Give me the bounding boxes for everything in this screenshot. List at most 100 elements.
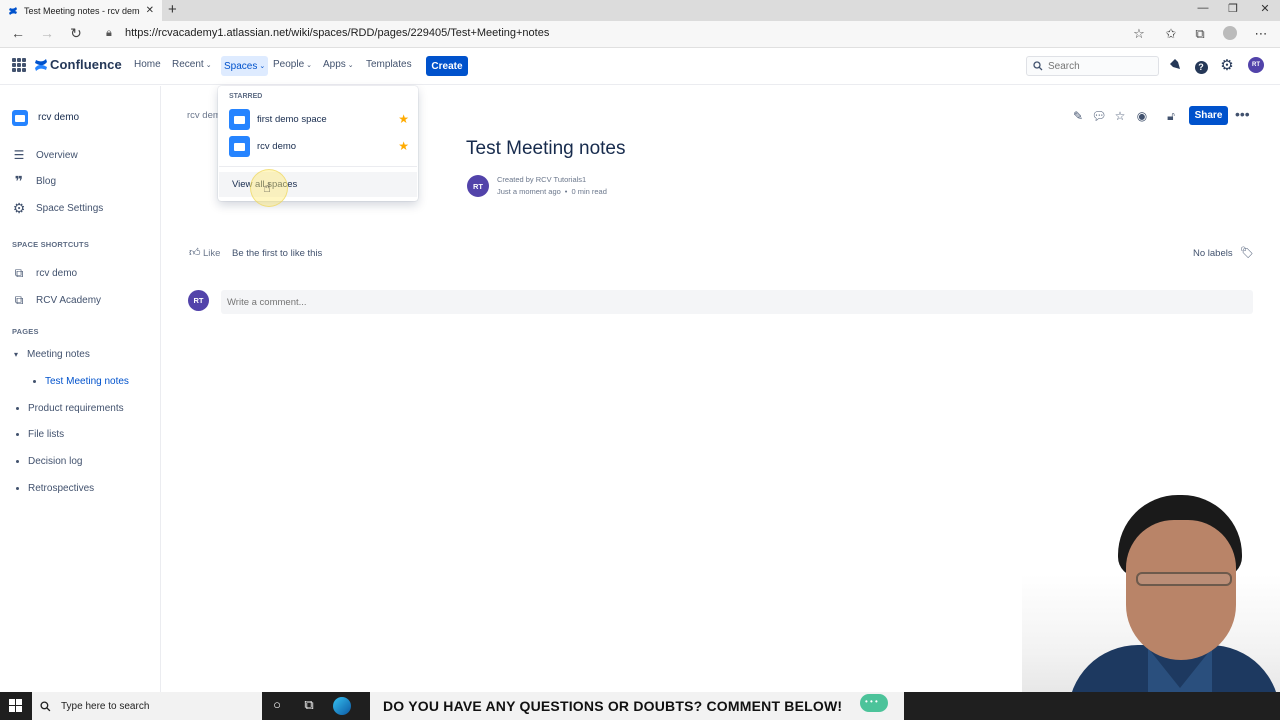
shortcut-rcv-demo[interactable]: ⧉ rcv demo <box>12 265 77 281</box>
chevron-down-icon: ⌄ <box>259 63 266 70</box>
restore-icon[interactable]: ❐ <box>1218 2 1248 15</box>
comment-avatar: RT <box>188 290 209 311</box>
bullet <box>16 432 19 436</box>
new-tab-icon[interactable]: + <box>168 1 177 18</box>
favorites-icon[interactable]: ✩ <box>1162 26 1180 42</box>
url-field[interactable]: https://rcvacademy1.atlassian.net/wiki/s… <box>125 27 549 39</box>
restrictions-icon[interactable]: 🔓︎ <box>1163 108 1179 124</box>
minimize-icon[interactable]: — <box>1188 2 1218 14</box>
nav-home[interactable]: Home <box>134 59 161 70</box>
edit-icon[interactable]: ✎ <box>1070 108 1086 124</box>
watch-icon[interactable]: ◉ <box>1134 108 1150 124</box>
shortcut-label: rcv demo <box>36 267 78 279</box>
chevron-down-icon[interactable]: ▾ <box>14 350 18 359</box>
tab-close-icon[interactable]: ✕ <box>146 5 154 16</box>
bullet <box>33 379 36 383</box>
user-avatar[interactable]: RT <box>1248 57 1264 73</box>
nav-apps[interactable]: Apps ⌄ <box>323 59 354 70</box>
taskbar-search-text: Type here to search <box>61 700 150 712</box>
sidebar-item-label: Blog <box>36 175 57 187</box>
search-icon <box>40 700 51 711</box>
edge-browser-icon[interactable] <box>333 697 351 715</box>
star-icon[interactable]: ★ <box>398 112 409 126</box>
collections-icon[interactable]: ⧉ <box>1191 26 1209 42</box>
header-search[interactable] <box>1026 56 1159 76</box>
presenter-face <box>1126 520 1236 660</box>
separator-dot: • <box>564 187 568 196</box>
like-button[interactable]: Like <box>203 248 220 259</box>
back-icon[interactable]: ← <box>9 25 27 41</box>
sidebar-item-overview[interactable]: ☰ Overview <box>12 147 78 163</box>
help-icon[interactable]: ? <box>1193 58 1209 74</box>
page-tree-meeting-notes[interactable]: ▾ Meeting notes <box>14 347 90 361</box>
browser-tab-title: Test Meeting notes - rcv demo - <box>24 5 140 16</box>
page-tree-label: File lists <box>28 428 65 440</box>
create-button[interactable]: Create <box>426 56 468 76</box>
more-icon[interactable]: ••• <box>1235 106 1251 122</box>
nav-apps-label: Apps <box>323 59 346 70</box>
forward-icon[interactable]: → <box>38 25 56 41</box>
nav-people-label: People <box>273 59 305 70</box>
page-tree-label: Meeting notes <box>27 348 90 360</box>
sidebar-item-space-settings[interactable]: ⚙ Space Settings <box>12 200 104 216</box>
chevron-down-icon: ⌄ <box>205 61 212 69</box>
sidebar-item-blog[interactable]: ❞ Blog <box>12 173 56 189</box>
comment-icon[interactable]: 💬︎ <box>1091 108 1107 124</box>
confluence-logo-icon[interactable] <box>34 58 48 72</box>
read-time: 0 min read <box>571 187 607 196</box>
nav-recent[interactable]: Recent ⌄ <box>172 59 212 70</box>
settings-icon[interactable]: ⚙ <box>1219 58 1235 74</box>
nav-people[interactable]: People ⌄ <box>273 59 312 70</box>
search-icon <box>1033 61 1043 71</box>
dropdown-space-rcv-demo[interactable]: rcv demo ★ <box>229 135 409 157</box>
author-avatar[interactable]: RT <box>467 175 489 197</box>
browser-menu-icon[interactable]: ⋯ <box>1252 26 1270 42</box>
nav-templates[interactable]: Templates <box>366 59 412 70</box>
notification-icon[interactable] <box>1167 58 1183 74</box>
chevron-down-icon: ⌄ <box>347 61 354 69</box>
overview-icon: ☰ <box>13 148 25 162</box>
page-tree-decision-log[interactable]: Decision log <box>16 454 82 468</box>
page-tree-product-requirements[interactable]: Product requirements <box>16 401 124 415</box>
page-tree-retrospectives[interactable]: Retrospectives <box>16 481 94 495</box>
browser-tab[interactable]: Test Meeting notes - rcv demo - ✕ <box>0 0 162 21</box>
no-labels-text: No labels <box>1193 248 1233 259</box>
windows-start-icon[interactable] <box>9 699 22 712</box>
space-logo-icon[interactable] <box>12 110 28 126</box>
starred-heading: STARRED <box>229 93 263 100</box>
lock-icon: 🔒︎ <box>106 27 112 39</box>
comment-input[interactable] <box>227 296 627 308</box>
page-tree-test-meeting-notes[interactable]: Test Meeting notes <box>33 374 129 388</box>
app-switcher-grid-icon[interactable] <box>12 58 26 72</box>
dropdown-separator <box>219 166 417 167</box>
taskbar-search[interactable]: Type here to search <box>32 692 262 720</box>
pages-heading: PAGES <box>12 327 39 336</box>
page-tree-label: Decision log <box>28 455 83 467</box>
confluence-logo-text[interactable]: Confluence <box>50 57 122 72</box>
cortana-icon[interactable]: ○ <box>267 697 287 712</box>
page-tree-file-lists[interactable]: File lists <box>16 427 64 441</box>
reload-icon[interactable]: ↻ <box>67 25 85 42</box>
view-all-spaces[interactable]: View all spaces <box>219 172 417 197</box>
search-input[interactable] <box>1048 60 1148 72</box>
nav-spaces[interactable]: Spaces ⌄ <box>221 56 269 76</box>
window-close-icon[interactable]: ✕ <box>1250 2 1280 15</box>
label-icon[interactable]: 🏷︎ <box>1240 246 1254 259</box>
dropdown-space-first-demo[interactable]: first demo space ★ <box>229 108 409 130</box>
page-tree-label: Test Meeting notes <box>45 375 129 387</box>
breadcrumb[interactable]: rcv dem <box>187 110 221 121</box>
hand-cursor-icon: ☝︎ <box>263 180 271 195</box>
comment-banner: DO YOU HAVE ANY QUESTIONS OR DOUBTS? COM… <box>370 692 904 720</box>
star-icon[interactable]: ☆ <box>1112 108 1128 124</box>
like-icon[interactable]: 👍︎ <box>189 246 201 259</box>
space-name[interactable]: rcv demo <box>38 112 79 123</box>
favorite-star-icon[interactable]: ☆ <box>1130 26 1148 42</box>
shortcut-rcv-academy[interactable]: ⧉ RCV Academy <box>12 292 101 308</box>
share-button[interactable]: Share <box>1189 106 1228 125</box>
bullet <box>16 486 19 490</box>
comment-box[interactable] <box>221 290 1253 314</box>
profile-icon[interactable] <box>1221 26 1239 43</box>
star-icon[interactable]: ★ <box>398 139 409 153</box>
task-view-icon[interactable]: ⧉ <box>299 697 319 713</box>
dropdown-space-label: first demo space <box>257 113 327 125</box>
